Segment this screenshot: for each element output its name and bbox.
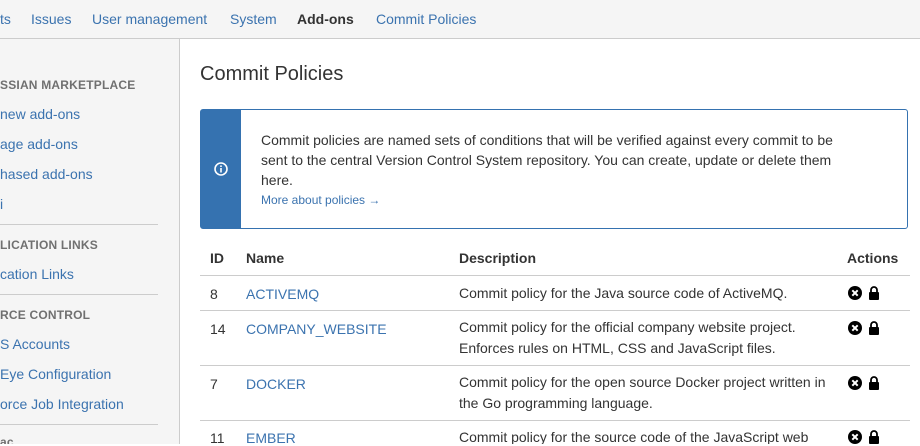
page-title: Commit Policies <box>200 63 344 85</box>
sidebar: SSIAN MARKETPLACE new add-ons age add-on… <box>0 39 180 444</box>
column-header-description[interactable]: Description <box>459 250 536 266</box>
column-header-id[interactable]: ID <box>210 250 224 266</box>
row-id: 14 <box>210 321 226 337</box>
row-name-link[interactable]: DOCKER <box>246 376 306 392</box>
row-divider <box>200 420 910 421</box>
lock-icon[interactable] <box>868 376 880 390</box>
sidebar-divider <box>0 224 158 225</box>
delete-circle-icon[interactable] <box>848 376 862 390</box>
sidebar-item-manage-add-ons[interactable]: age add-ons <box>0 136 78 152</box>
sidebar-divider <box>0 424 158 425</box>
more-about-policies-link[interactable]: More about policies → <box>261 193 380 207</box>
sidebar-item-fisheye-configuration[interactable]: Eye Configuration <box>0 366 111 382</box>
row-description: Commit policy for the open source Docker… <box>459 374 826 411</box>
table-header-divider <box>200 275 910 276</box>
sidebar-header-cutoff: ac <box>0 435 14 444</box>
row-description: Commit policy for the Java source code o… <box>459 285 788 301</box>
tab-commit-policies[interactable]: Commit Policies <box>376 11 476 27</box>
row-actions <box>848 376 888 392</box>
info-message-text: Commit policies are named sets of condit… <box>261 132 833 188</box>
tab-user-management[interactable]: User management <box>92 11 207 27</box>
delete-circle-icon[interactable] <box>848 286 862 300</box>
sidebar-item-find-new-add-ons[interactable]: new add-ons <box>0 106 80 122</box>
row-divider <box>200 365 910 366</box>
sidebar-item-upm[interactable]: i <box>0 196 3 212</box>
tab-partial[interactable]: ts <box>0 11 11 27</box>
tab-system[interactable]: System <box>230 11 277 27</box>
row-actions <box>848 321 888 337</box>
info-message: Commit policies are named sets of condit… <box>200 109 908 229</box>
row-id: 8 <box>210 286 218 302</box>
row-name-link[interactable]: ACTIVEMQ <box>246 286 319 302</box>
column-header-name[interactable]: Name <box>246 250 284 266</box>
sidebar-item-perforce-job-integration[interactable]: orce Job Integration <box>0 396 124 412</box>
sidebar-item-purchased-add-ons[interactable]: hased add-ons <box>0 166 93 182</box>
lock-icon[interactable] <box>868 430 880 444</box>
top-navigation: ts Issues User management System Add-ons… <box>0 0 920 39</box>
row-name-link[interactable]: COMPANY_WEBSITE <box>246 321 387 337</box>
column-header-actions: Actions <box>847 250 899 266</box>
row-description: Commit policy for the source code of the… <box>459 429 809 444</box>
sidebar-header-marketplace: SSIAN MARKETPLACE <box>0 78 136 92</box>
sidebar-header-source-control: RCE CONTROL <box>0 308 91 322</box>
tab-add-ons[interactable]: Add-ons <box>297 11 354 27</box>
tab-issues[interactable]: Issues <box>31 11 71 27</box>
lock-icon[interactable] <box>868 286 880 300</box>
row-actions <box>848 286 888 302</box>
lock-icon[interactable] <box>868 321 880 335</box>
row-divider <box>200 310 910 311</box>
sidebar-header-application-links: LICATION LINKS <box>0 238 98 252</box>
sidebar-item-vcs-accounts[interactable]: S Accounts <box>0 336 70 352</box>
sidebar-item-application-links[interactable]: cation Links <box>0 266 74 282</box>
row-description: Commit policy for the official company w… <box>459 319 796 356</box>
sidebar-divider <box>0 294 158 295</box>
info-circle-icon <box>214 162 228 176</box>
delete-circle-icon[interactable] <box>848 321 862 335</box>
row-id: 7 <box>210 376 218 392</box>
delete-circle-icon[interactable] <box>848 430 862 444</box>
